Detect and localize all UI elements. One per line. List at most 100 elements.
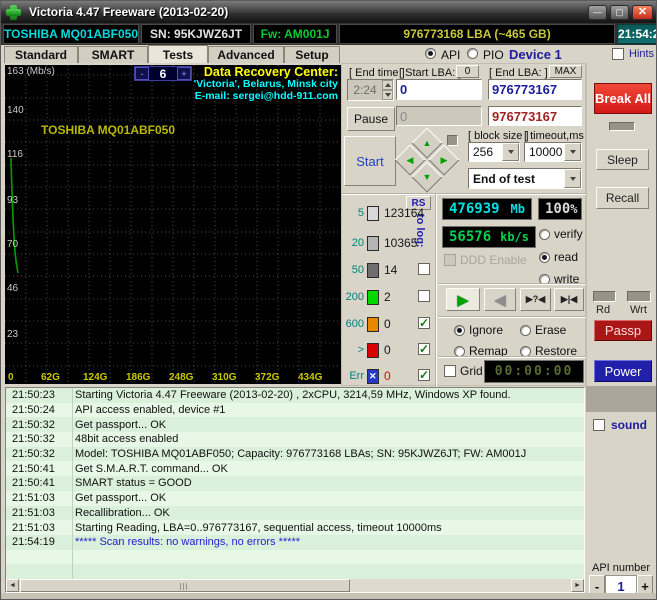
log-message: Recallibration... OK	[75, 506, 170, 519]
scale-minus-button[interactable]: -	[135, 67, 149, 80]
log-horizontal-scrollbar[interactable]: ◄ ►	[6, 579, 584, 592]
tab-advanced[interactable]: Advanced	[208, 46, 284, 63]
progress-mb-lcd: 476939 Mb	[442, 198, 532, 220]
ddd-enable-label: DDD Enable	[460, 253, 527, 267]
break-all-button[interactable]: Break All	[594, 83, 652, 114]
tab-smart[interactable]: SMART	[78, 46, 148, 63]
end-action-select[interactable]: End of test	[468, 168, 582, 189]
banner-title: Data Recovery Center:	[203, 65, 338, 79]
log-rows: 21:50:23 Starting Victoria 4.47 Freeware …	[6, 388, 584, 579]
y-tick: 140	[7, 105, 24, 116]
x-tick: 248G	[169, 372, 194, 383]
ignore-radio[interactable]	[454, 324, 465, 336]
log-time: 21:50:32	[12, 448, 55, 461]
dropdown-arrow-icon[interactable]	[564, 169, 581, 188]
maximize-button[interactable]: ▢	[610, 4, 629, 20]
verify-mode-row[interactable]: verify	[539, 227, 583, 241]
end-time-spinner: 2:24	[347, 79, 394, 101]
scroll-thumb[interactable]	[20, 579, 350, 592]
start-lba-input[interactable]	[396, 79, 482, 100]
x-tick: 62G	[41, 372, 60, 383]
erase-radio[interactable]	[520, 324, 531, 336]
x-tick: 372G	[255, 372, 280, 383]
section-divider	[435, 194, 436, 387]
scroll-left-button[interactable]: ◄	[6, 579, 19, 592]
graph-grid	[5, 65, 341, 384]
scale-plus-button[interactable]: +	[177, 67, 191, 80]
window-title: Victoria 4.47 Freeware (2013-02-20)	[29, 5, 229, 19]
bin-label: Err	[349, 370, 364, 382]
remaining-lba-display	[488, 106, 582, 126]
passport-button[interactable]: Passp	[594, 320, 652, 341]
dropdown-arrow-icon[interactable]	[502, 143, 519, 161]
remap-radio[interactable]	[454, 345, 465, 357]
api-radio[interactable]	[425, 48, 436, 59]
end-time-label: [ End time ]	[349, 67, 405, 79]
panel-spacer	[586, 386, 656, 412]
down-arrow-icon: ▼	[422, 171, 432, 182]
mb-value: 476939	[449, 201, 500, 217]
verify-radio[interactable]	[539, 228, 550, 240]
jump-question-button[interactable]: ▶?◀	[520, 288, 551, 311]
scan-play-button[interactable]: ▶	[446, 288, 480, 311]
rewind-icon: ◀	[494, 291, 506, 309]
scan-back-button[interactable]: ◀	[484, 288, 516, 311]
start-button[interactable]: Start	[344, 136, 396, 186]
bin-label: 50	[351, 264, 364, 276]
read-radio[interactable]	[539, 251, 550, 263]
bin-color-swatch	[367, 205, 379, 221]
test-control-panel: [ End time ] 2:24 [ Start LBA: ] 0 [ End…	[341, 63, 590, 387]
title-bar: Victoria 4.47 Freeware (2013-02-20) — ▢ …	[1, 1, 656, 23]
power-button[interactable]: Power	[594, 360, 652, 382]
grid-toggle-row[interactable]: Grid	[444, 364, 483, 378]
to-log-checkbox-err[interactable]	[418, 368, 430, 382]
tab-setup[interactable]: Setup	[284, 46, 340, 63]
seek-end-icon: ▶|◀	[560, 294, 578, 304]
close-button[interactable]: ✕	[632, 4, 653, 20]
to-log-checkbox-gt[interactable]	[418, 342, 430, 356]
log-time: 21:51:03	[12, 506, 55, 519]
recall-button[interactable]: Recall	[596, 187, 649, 209]
drive-info-bar: TOSHIBA MQ01ABF050 SN: 95KJWZ6JT Fw: AM0…	[1, 23, 656, 45]
dropdown-arrow-icon[interactable]	[564, 143, 581, 161]
to-log-checkbox-200[interactable]	[418, 290, 430, 302]
pause-button[interactable]: Pause	[347, 107, 395, 131]
read-led	[593, 291, 616, 302]
timeout-select[interactable]: 10000	[524, 142, 582, 162]
seek-end-button[interactable]: ▶|◀	[554, 288, 584, 311]
tab-tests[interactable]: Tests	[148, 45, 208, 63]
victoria-app-window: Victoria 4.47 Freeware (2013-02-20) — ▢ …	[0, 0, 657, 600]
start-lba-zero-button[interactable]: 0	[456, 65, 479, 78]
pio-radio[interactable]	[467, 48, 478, 59]
end-lba-max-button[interactable]: MAX	[549, 65, 582, 78]
end-time-up-button[interactable]	[382, 80, 393, 90]
hints-checkbox[interactable]	[612, 48, 624, 60]
sleep-button[interactable]: Sleep	[596, 149, 649, 170]
bin-color-swatch	[367, 262, 379, 278]
ignore-label: Ignore	[469, 323, 504, 337]
window-bottom-edge	[1, 593, 656, 599]
restore-radio[interactable]	[520, 345, 531, 357]
x-tick: 124G	[83, 372, 108, 383]
graph-drive-label: TOSHIBA MQ01ABF050	[41, 123, 176, 137]
to-log-checkbox-50[interactable]	[418, 263, 430, 275]
erase-action-row[interactable]: Erase	[520, 323, 566, 337]
sound-checkbox[interactable]	[593, 419, 605, 431]
api-number-label: API number	[592, 562, 651, 574]
end-time-down-button[interactable]	[382, 90, 393, 100]
block-size-select[interactable]: 256	[468, 142, 520, 162]
to-log-checkbox-600[interactable]	[418, 316, 430, 330]
scroll-track[interactable]	[19, 579, 571, 592]
drive-model: TOSHIBA MQ01ABF050	[3, 24, 140, 44]
grid-checkbox[interactable]	[444, 365, 456, 377]
x-tick: 186G	[126, 372, 151, 383]
bin-color-swatch	[367, 289, 379, 305]
tab-standard[interactable]: Standard	[4, 46, 78, 63]
drive-serial: SN: 95KJWZ6JT	[141, 24, 252, 44]
end-lba-input[interactable]	[488, 79, 582, 100]
minimize-button[interactable]: —	[588, 4, 607, 20]
ignore-action-row[interactable]: Ignore	[454, 323, 503, 337]
scroll-right-button[interactable]: ►	[571, 579, 584, 592]
drive-firmware: Fw: AM001J	[253, 24, 338, 44]
read-mode-row[interactable]: read	[539, 250, 578, 264]
